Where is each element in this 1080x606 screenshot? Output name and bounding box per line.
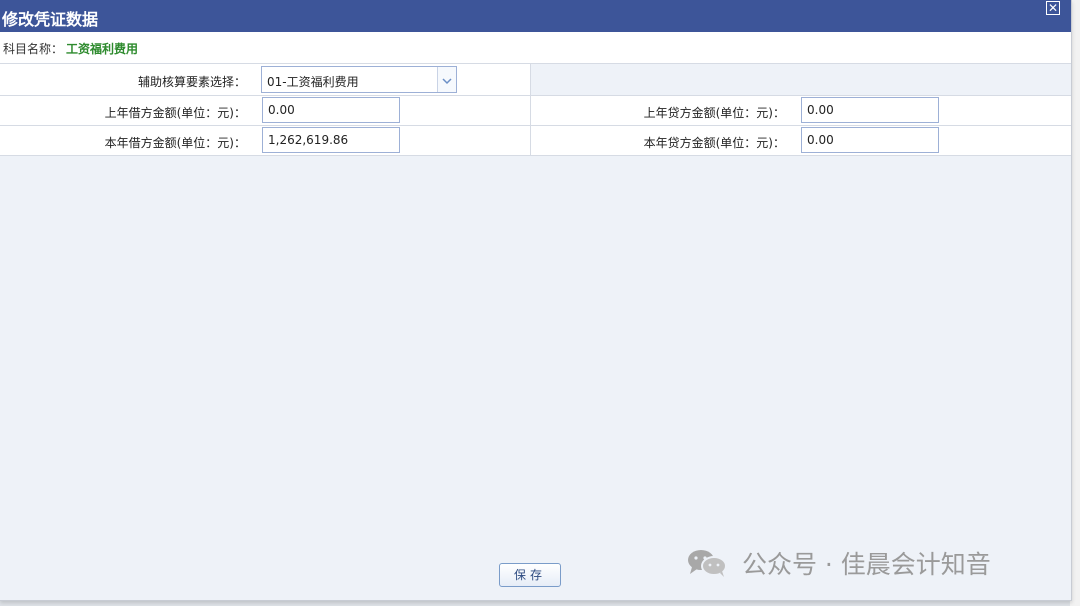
prev-debit-label: 上年借方金额(单位：元)：: [104, 106, 246, 120]
wechat-icon: [686, 548, 728, 578]
save-button[interactable]: 保存: [499, 563, 561, 587]
curr-credit-label: 本年贷方金额(单位：元)：: [643, 136, 785, 150]
prev-debit-input[interactable]: [262, 97, 400, 123]
prev-credit-input[interactable]: [801, 97, 939, 123]
subject-bar: 科目名称： 工资福利费用: [0, 32, 1071, 64]
dialog-title: 修改凭证数据: [2, 10, 99, 29]
watermark: 公众号 · 佳晨会计知音: [686, 545, 991, 579]
edit-voucher-dialog: 修改凭证数据 ✕ 科目名称： 工资福利费用 辅助核算要素选择： 01-工资福利费…: [0, 0, 1072, 601]
subject-value: 工资福利费用: [66, 42, 139, 56]
subject-label: 科目名称：: [3, 42, 64, 56]
chevron-down-icon[interactable]: [437, 67, 456, 92]
curr-debit-label: 本年借方金额(单位：元)：: [104, 136, 246, 150]
curr-credit-input[interactable]: [801, 127, 939, 153]
aux-select[interactable]: 01-工资福利费用: [261, 66, 457, 93]
close-icon[interactable]: ✕: [1046, 1, 1060, 15]
aux-label: 辅助核算要素选择：: [137, 75, 246, 89]
curr-debit-input[interactable]: [262, 127, 400, 153]
dialog-titlebar: 修改凭证数据 ✕: [0, 0, 1071, 32]
current-year-row: 本年借方金额(单位：元)： 本年贷方金额(单位：元)：: [0, 126, 1071, 156]
column-divider: [530, 126, 531, 155]
empty-cell: [531, 64, 1071, 95]
prev-year-row: 上年借方金额(单位：元)： 上年贷方金额(单位：元)：: [0, 96, 1071, 126]
aux-row: 辅助核算要素选择： 01-工资福利费用: [0, 64, 1071, 96]
column-divider: [530, 96, 531, 125]
aux-select-value: 01-工资福利费用: [267, 75, 359, 89]
watermark-text: 公众号 · 佳晨会计知音: [741, 550, 991, 579]
prev-credit-label: 上年贷方金额(单位：元)：: [643, 106, 785, 120]
